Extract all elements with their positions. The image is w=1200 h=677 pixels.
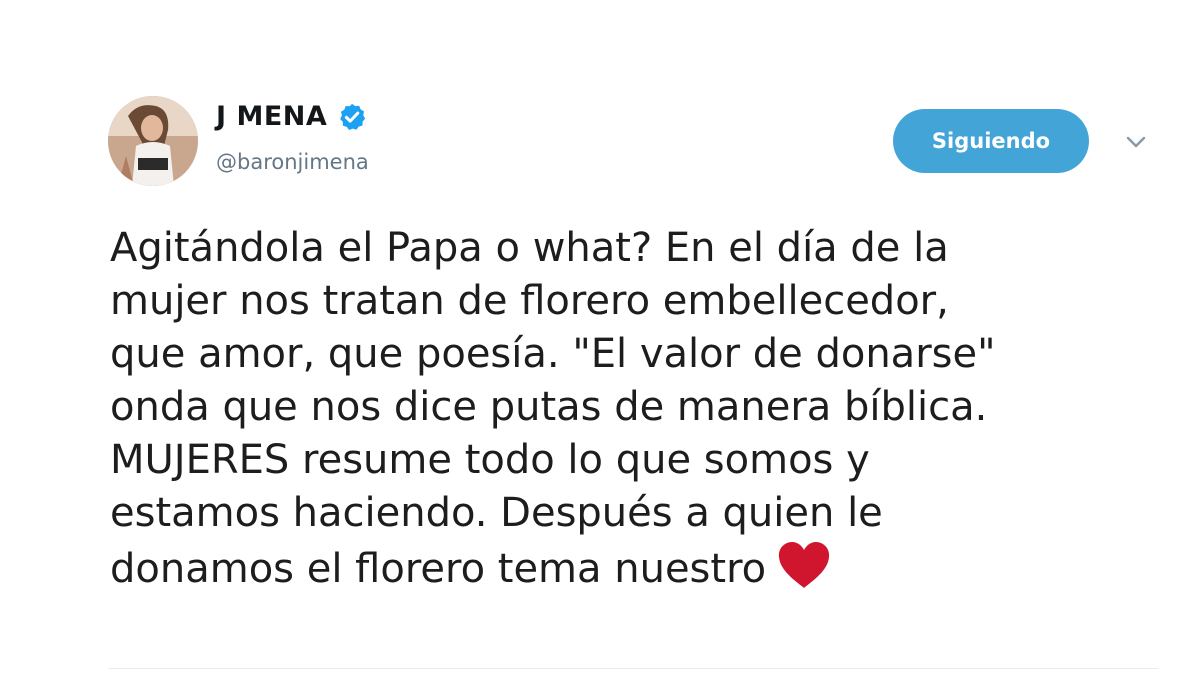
chevron-down-icon[interactable] [1124,132,1148,152]
tweet-text: Agitándola el Papa o what? En el día de … [110,222,1170,596]
divider [108,668,1158,669]
verified-badge-icon [340,103,366,130]
tweet-text-line: Agitándola el Papa o what? En el día de … [110,225,949,271]
tweet-text-line: que amor, que poesía. "El valor de donar… [110,331,996,377]
tweet-card: J MENA @baronjimena Siguiendo Agitándola… [0,0,1200,677]
red-heart-icon [779,542,830,588]
avatar[interactable] [108,96,198,186]
tweet-text-line: mujer nos tratan de florero embellecedor… [110,278,949,324]
display-name[interactable]: J MENA [216,101,327,132]
tweet-text-line: estamos haciendo. Después a quien le [110,490,883,536]
tweet-text-last-line: donamos el florero tema nuestro [110,540,1170,596]
profile-photo-icon [108,96,198,186]
tweet-text-line: donamos el florero tema nuestro [110,546,767,592]
author-handle[interactable]: @baronjimena [216,150,369,174]
following-button[interactable]: Siguiendo [893,109,1089,173]
tweet-text-line: onda que nos dice putas de manera bíblic… [110,384,988,430]
author-name-row: J MENA [216,101,367,132]
tweet-text-line: MUJERES resume todo lo que somos y [110,437,870,483]
